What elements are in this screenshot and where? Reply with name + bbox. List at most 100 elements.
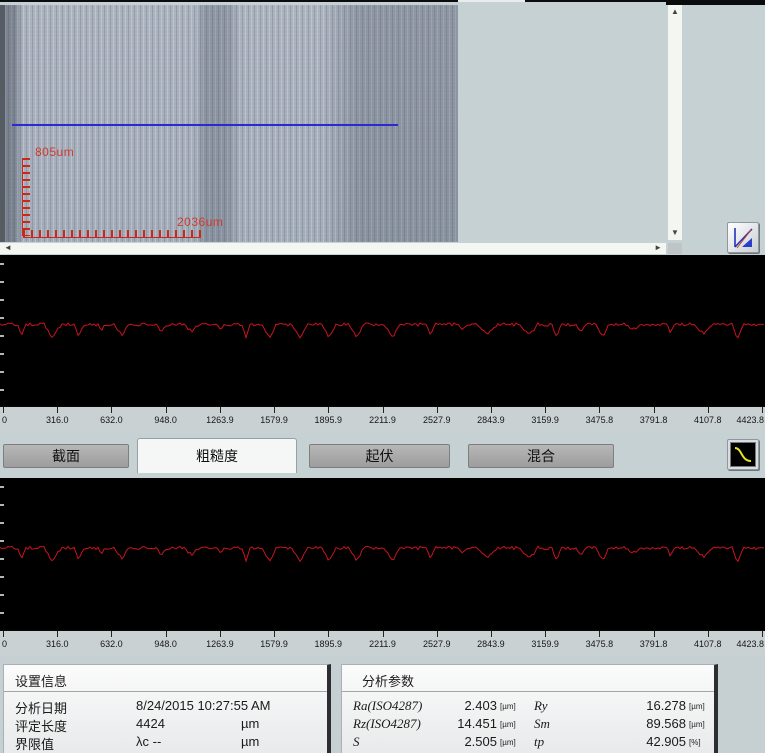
param-name: Ra(ISO4287)	[353, 698, 422, 714]
y-axis-tick	[0, 594, 4, 596]
param-value: 16.278	[592, 698, 686, 713]
vertical-scrollbar[interactable]: ▲ ▼	[668, 5, 682, 240]
profile-measure-button[interactable]	[727, 222, 759, 253]
settings-label: 评定长度	[15, 716, 67, 735]
x-axis-tick	[437, 407, 438, 413]
x-axis-tick-label: 4107.8	[694, 639, 722, 649]
divider	[4, 691, 327, 692]
x-axis-tick-label: 632.0	[100, 639, 123, 649]
param-unit: [µm]	[689, 698, 705, 711]
x-axis-tick-label: 4107.8	[694, 415, 722, 425]
param-unit: [µm]	[500, 698, 516, 711]
y-axis-tick	[0, 317, 4, 319]
vertical-scale-ruler	[22, 158, 30, 236]
settings-label: 界限值	[15, 734, 54, 753]
settings-value: λc --	[136, 734, 161, 749]
app-window: 805um 2036um ▲ ▼ ◄ ► 0316.0632.0948.0126…	[0, 0, 765, 753]
param-value: 14.451	[432, 716, 497, 731]
param-name: Ry	[534, 698, 547, 714]
analysis-row: Ra(ISO4287)2.403[µm]Ry16.278[µm]	[342, 698, 714, 715]
filter-settings-button[interactable]	[727, 439, 759, 470]
profile-chart-top	[0, 255, 765, 406]
settings-row: 评定长度 4424 µm	[4, 716, 327, 733]
angle-measure-icon	[731, 226, 755, 250]
x-axis-tick	[654, 407, 655, 413]
param-unit: [%]	[689, 734, 701, 747]
y-axis-tick	[0, 486, 4, 488]
x-axis-tick	[654, 631, 655, 637]
profile-trace	[0, 478, 765, 630]
x-axis-tick	[3, 407, 4, 413]
x-axis-tick	[274, 407, 275, 413]
filter-curve-icon	[730, 442, 756, 467]
x-axis-tick-label: 632.0	[100, 415, 123, 425]
x-axis-tick-label: 3475.8	[586, 415, 614, 425]
x-axis-tick-label: 2843.9	[477, 415, 505, 425]
y-axis-tick	[0, 522, 4, 524]
x-axis-tick-label: 2211.9	[369, 639, 396, 649]
x-axis-tick-label: 1895.9	[315, 415, 343, 425]
x-axis-tick	[545, 631, 546, 637]
x-axis-tick	[166, 407, 167, 413]
x-axis-tick-label: 3791.8	[640, 639, 668, 649]
x-axis-tick-label: 948.0	[154, 415, 177, 425]
x-axis-tick-label: 3159.9	[531, 415, 559, 425]
analysis-row: Rz(ISO4287)14.451[µm]Sm89.568[µm]	[342, 716, 714, 733]
x-axis-tick	[437, 631, 438, 637]
x-axis-tick-label: 2527.9	[423, 415, 451, 425]
x-axis-tick-label: 316.0	[46, 639, 69, 649]
x-axis-tick-label: 4423.8	[736, 639, 764, 649]
horizontal-scrollbar[interactable]: ◄ ►	[0, 243, 666, 254]
x-axis-tick-label: 3159.9	[531, 639, 559, 649]
scroll-up-icon[interactable]: ▲	[671, 8, 679, 16]
y-axis-tick	[0, 335, 4, 337]
scroll-down-icon[interactable]: ▼	[671, 229, 679, 237]
analysis-params-panel: 分析参数 Ra(ISO4287)2.403[µm]Ry16.278[µm]Rz(…	[341, 664, 718, 753]
x-axis-tick	[220, 407, 221, 413]
x-axis-tick	[599, 407, 600, 413]
settings-label: 分析日期	[15, 698, 67, 717]
y-axis-tick	[0, 353, 4, 355]
settings-value: 4424	[136, 716, 165, 731]
param-value: 2.403	[432, 698, 497, 713]
y-axis-tick	[0, 281, 4, 283]
x-axis-tick-label: 1895.9	[315, 639, 343, 649]
scroll-left-icon[interactable]: ◄	[4, 244, 12, 252]
x-axis-tick	[328, 631, 329, 637]
x-axis-tick	[762, 407, 763, 413]
x-axis-tick	[328, 407, 329, 413]
settings-panel-title: 设置信息	[15, 671, 67, 690]
x-axis-tick	[57, 407, 58, 413]
y-axis-tick	[0, 558, 4, 560]
x-axis-tick	[599, 631, 600, 637]
microscope-image-viewport: 805um 2036um	[0, 2, 666, 242]
measurement-line	[12, 124, 398, 126]
profile-trace	[0, 255, 765, 406]
x-axis-tick	[708, 407, 709, 413]
tab-1[interactable]: 截面	[3, 444, 129, 468]
tab-3[interactable]: 起伏	[309, 444, 450, 468]
analysis-row: S2.505[µm]tp42.905[%]	[342, 734, 714, 751]
tab-2[interactable]: 粗糙度	[137, 438, 297, 473]
x-axis-tick-label: 2527.9	[423, 639, 451, 649]
x-axis-tick-label: 0	[2, 415, 7, 425]
settings-unit: µm	[241, 734, 259, 749]
x-axis-tick-label: 2211.9	[369, 415, 396, 425]
scroll-right-icon[interactable]: ►	[654, 244, 662, 252]
x-axis-tick-label: 1579.9	[260, 415, 288, 425]
param-name: Rz(ISO4287)	[353, 716, 421, 732]
param-value: 89.568	[592, 716, 686, 731]
vertical-scale-label: 805um	[35, 145, 74, 159]
x-axis-tick	[166, 631, 167, 637]
settings-value: 8/24/2015 10:27:55 AM	[136, 698, 270, 713]
tab-4[interactable]: 混合	[468, 444, 614, 468]
x-axis-tick	[545, 407, 546, 413]
param-unit: [µm]	[689, 716, 705, 729]
y-axis-tick	[0, 299, 4, 301]
x-axis-tick-label: 3475.8	[586, 639, 614, 649]
roughness-chart-bottom	[0, 478, 765, 630]
scrollbar-corner	[668, 243, 682, 254]
param-name: tp	[534, 734, 544, 750]
settings-unit: µm	[241, 716, 259, 731]
x-axis-tick	[220, 631, 221, 637]
